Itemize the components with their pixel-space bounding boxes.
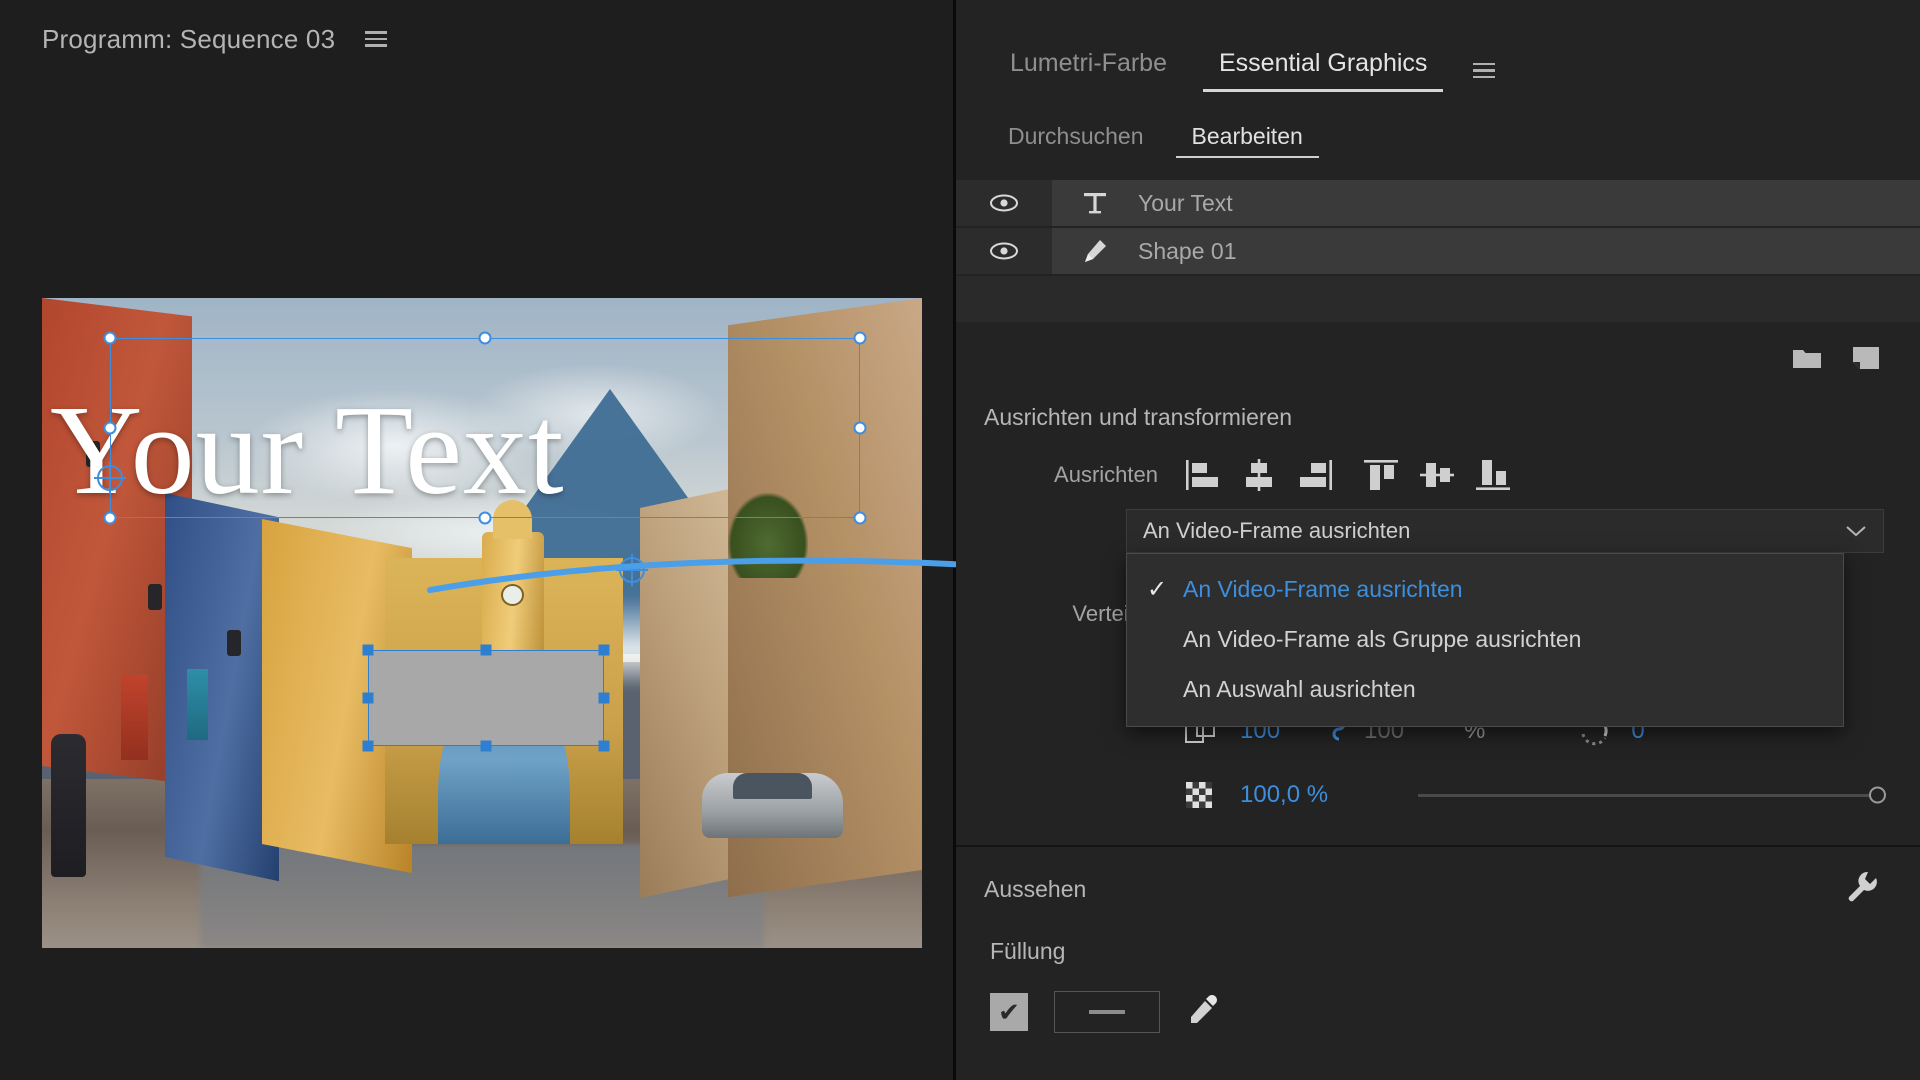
panel-subtabs: Durchsuchen Bearbeiten [956, 98, 1920, 158]
folder-icon[interactable] [1792, 346, 1822, 375]
shape-handle-bottom-left[interactable] [362, 740, 374, 752]
handle-bottom-right[interactable] [853, 511, 867, 525]
new-layer-icon[interactable] [1852, 346, 1880, 375]
panel-tabbar: Lumetri-Farbe Essential Graphics [956, 0, 1920, 92]
panel-menu-hamburger-icon[interactable] [1473, 62, 1496, 78]
appearance-header: Aussehen [956, 847, 1920, 910]
eye-icon[interactable] [956, 228, 1052, 274]
shape-handle-middle-right[interactable] [598, 692, 610, 704]
chevron-down-icon [1845, 518, 1867, 544]
eyedropper-icon[interactable] [1186, 993, 1220, 1032]
shape-handle-bottom-right[interactable] [598, 740, 610, 752]
video-preview[interactable]: Your Text [42, 298, 922, 948]
tab-lumetri-farbe[interactable]: Lumetri-Farbe [984, 49, 1193, 92]
align-row: Ausrichten [956, 457, 1920, 493]
opacity-icon [1184, 780, 1240, 810]
dropdown-option-selection[interactable]: An Auswahl ausrichten [1127, 664, 1843, 714]
subtab-durchsuchen[interactable]: Durchsuchen [984, 123, 1168, 158]
align-buttons [1184, 457, 1512, 493]
essential-graphics-panel: Lumetri-Farbe Essential Graphics Durchsu… [956, 0, 1920, 1080]
align-center-horizontal-icon[interactable] [1240, 457, 1278, 493]
align-target-value: An Video-Frame ausrichten [1143, 518, 1411, 543]
handle-top-right[interactable] [853, 331, 867, 345]
swatch-dash-icon [1089, 1010, 1125, 1014]
wrench-icon[interactable] [1844, 869, 1880, 910]
align-label: Ausrichten [1054, 462, 1158, 487]
fill-label: Füllung [990, 938, 1066, 964]
shape-handle-top-right[interactable] [598, 644, 610, 656]
program-header: Programm: Sequence 03 [0, 0, 953, 78]
align-target-dropdown-menu: ✓ An Video-Frame ausrichten An Video-Fra… [1126, 553, 1844, 727]
align-section-title: Ausrichten und transformieren [984, 404, 1293, 430]
layer-list-empty-area[interactable] [956, 276, 1920, 322]
handle-middle-left[interactable] [103, 421, 117, 435]
align-top-icon[interactable] [1362, 457, 1400, 493]
layer-row-text[interactable]: Your Text [956, 180, 1920, 228]
layer-list: Your Text Shape 01 [956, 180, 1920, 322]
program-monitor-panel: Programm: Sequence 03 Your Text [0, 0, 1113, 1080]
align-right-icon[interactable] [1296, 457, 1334, 493]
opacity-value[interactable]: 100,0 % [1240, 781, 1390, 809]
appearance-title: Aussehen [984, 876, 1087, 902]
handle-top-center[interactable] [478, 331, 492, 345]
fill-color-swatch[interactable] [1054, 991, 1160, 1033]
anchor-point-icon[interactable] [97, 465, 123, 491]
align-target-dropdown[interactable]: An Video-Frame ausrichten [1126, 509, 1884, 553]
dropdown-option-video-frame[interactable]: ✓ An Video-Frame ausrichten [1127, 564, 1843, 614]
pen-shape-layer-icon [1052, 237, 1138, 265]
text-selection-box[interactable] [110, 338, 860, 518]
layer-name: Shape 01 [1138, 237, 1237, 264]
handle-middle-right[interactable] [853, 421, 867, 435]
align-left-icon[interactable] [1184, 457, 1222, 493]
shape-handle-middle-left[interactable] [362, 692, 374, 704]
fill-checkbox[interactable]: ✔ [990, 993, 1028, 1031]
layer-toolbar [956, 322, 1920, 384]
text-layer-icon [1052, 190, 1138, 216]
opacity-row: 100,0 % [956, 763, 1920, 827]
handle-bottom-left[interactable] [103, 511, 117, 525]
dropdown-option-label: An Video-Frame als Gruppe ausrichten [1183, 625, 1582, 652]
layer-name: Your Text [1138, 189, 1233, 216]
shape-anchor-point-icon[interactable] [619, 557, 645, 583]
dropdown-option-label: An Auswahl ausrichten [1183, 675, 1416, 702]
shape-handle-top-center[interactable] [480, 644, 492, 656]
shape-handle-top-left[interactable] [362, 644, 374, 656]
align-center-vertical-icon[interactable] [1418, 457, 1456, 493]
opacity-slider-knob[interactable] [1869, 786, 1886, 804]
align-bottom-icon[interactable] [1474, 457, 1512, 493]
premiere-window: Programm: Sequence 03 Your Text Lumetri-… [0, 0, 1920, 1080]
tab-essential-graphics[interactable]: Essential Graphics [1193, 49, 1453, 92]
fill-row: ✔ [956, 991, 1920, 1033]
handle-top-left[interactable] [103, 331, 117, 345]
hamburger-icon[interactable] [365, 31, 388, 47]
page-title: Programm: Sequence 03 [42, 23, 336, 54]
eye-icon[interactable] [956, 180, 1052, 226]
dropdown-option-label: An Video-Frame ausrichten [1183, 575, 1463, 602]
check-icon: ✓ [1147, 575, 1168, 603]
shape-selection-box[interactable] [368, 650, 604, 746]
shape-handle-bottom-center[interactable] [480, 740, 492, 752]
handle-bottom-center[interactable] [478, 511, 492, 525]
layer-row-shape[interactable]: Shape 01 [956, 228, 1920, 276]
align-target-dropdown-wrap: An Video-Frame ausrichten ✓ An Video-Fra… [1126, 509, 1884, 727]
dropdown-option-video-frame-group[interactable]: An Video-Frame als Gruppe ausrichten [1127, 614, 1843, 664]
subtab-bearbeiten[interactable]: Bearbeiten [1168, 123, 1327, 158]
opacity-slider[interactable] [1418, 786, 1886, 804]
